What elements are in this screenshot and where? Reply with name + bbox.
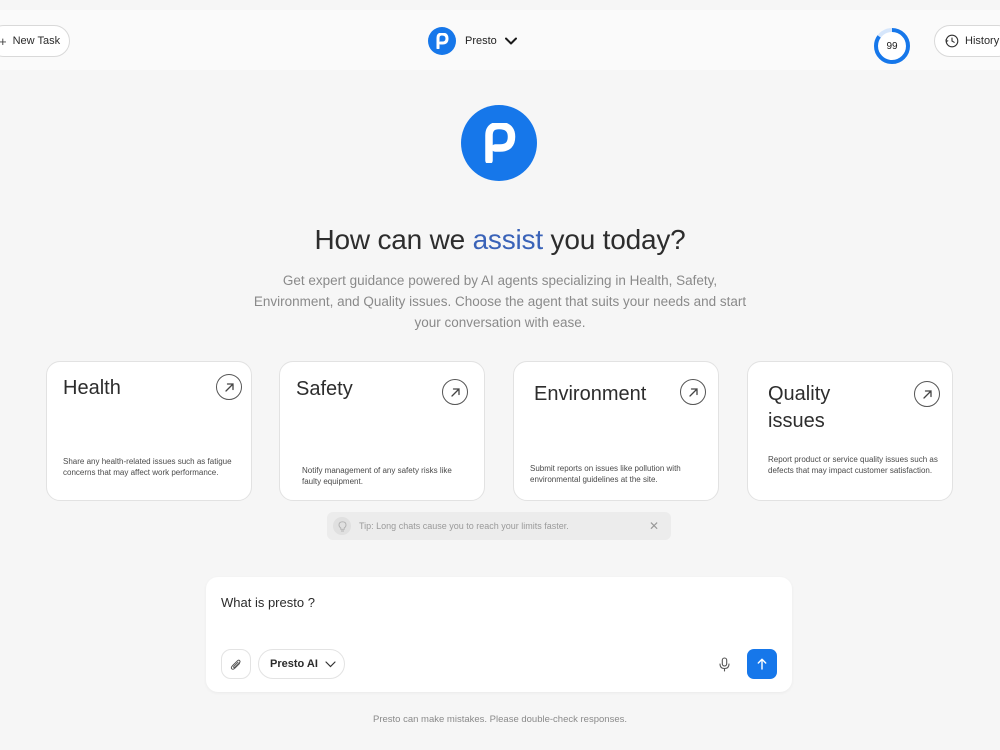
tip-text: Tip: Long chats cause you to reach your … bbox=[359, 521, 569, 531]
microphone-icon bbox=[718, 656, 730, 672]
arrow-up-right-icon bbox=[914, 381, 940, 407]
plus-icon: + bbox=[0, 33, 7, 49]
page-subtitle: Get expert guidance powered by AI agents… bbox=[253, 273, 747, 330]
lightbulb-icon bbox=[333, 517, 351, 535]
history-icon bbox=[945, 34, 959, 48]
voice-input-button[interactable] bbox=[709, 649, 739, 679]
card-description: Notify management of any safety risks li… bbox=[302, 466, 452, 486]
headline-accent: assist bbox=[472, 224, 544, 255]
history-label: History bbox=[965, 35, 1000, 47]
hero-logo-icon bbox=[461, 105, 537, 181]
headline-start: How can we bbox=[314, 224, 465, 255]
card-description: Share any health-related issues such as … bbox=[63, 457, 232, 477]
new-task-label: New Task bbox=[12, 35, 61, 47]
model-selector[interactable]: Presto AI bbox=[258, 649, 345, 679]
paperclip-icon bbox=[230, 659, 241, 670]
headline-end: you today? bbox=[550, 224, 686, 255]
agent-card-quality-issues[interactable]: Quality issues Report product or service… bbox=[747, 361, 953, 501]
agent-card-safety[interactable]: Safety Notify management of any safety r… bbox=[279, 361, 485, 501]
card-title: Environment bbox=[534, 383, 647, 405]
presto-logo-icon bbox=[428, 27, 456, 55]
attach-button[interactable] bbox=[221, 649, 251, 679]
card-description: Report product or service quality issues… bbox=[768, 455, 938, 475]
card-description: Submit reports on issues like pollution … bbox=[530, 464, 681, 484]
history-button[interactable]: History bbox=[934, 25, 1000, 57]
arrow-up-icon bbox=[757, 658, 767, 670]
card-title: Quality issues bbox=[768, 383, 831, 432]
credits-indicator[interactable]: 99 bbox=[873, 27, 911, 65]
card-title: Safety bbox=[296, 378, 353, 400]
agent-switcher[interactable]: Presto bbox=[428, 26, 517, 56]
disclaimer-text: Presto can make mistakes. Please double-… bbox=[373, 714, 627, 725]
new-task-button[interactable]: + New Task bbox=[0, 25, 70, 57]
agent-card-environment[interactable]: Environment Submit reports on issues lik… bbox=[513, 361, 719, 501]
page-title: How can we assist you today? bbox=[0, 224, 1000, 256]
chevron-down-icon bbox=[325, 660, 336, 667]
top-bar: + New Task Presto 99 History bbox=[0, 10, 1000, 70]
arrow-up-right-icon bbox=[442, 379, 468, 405]
chat-composer: Presto AI bbox=[206, 577, 792, 692]
arrow-up-right-icon bbox=[680, 379, 706, 405]
credits-count: 99 bbox=[886, 40, 898, 52]
agent-card-health[interactable]: Health Share any health-related issues s… bbox=[46, 361, 252, 501]
send-button[interactable] bbox=[747, 649, 777, 679]
chevron-down-icon bbox=[504, 37, 517, 45]
tip-banner: Tip: Long chats cause you to reach your … bbox=[327, 512, 671, 540]
arrow-up-right-icon bbox=[216, 374, 242, 400]
card-title: Health bbox=[63, 377, 121, 399]
close-icon[interactable]: ✕ bbox=[649, 519, 659, 533]
brand-name: Presto bbox=[465, 35, 497, 47]
model-selector-label: Presto AI bbox=[270, 658, 318, 670]
message-input[interactable] bbox=[221, 595, 741, 610]
